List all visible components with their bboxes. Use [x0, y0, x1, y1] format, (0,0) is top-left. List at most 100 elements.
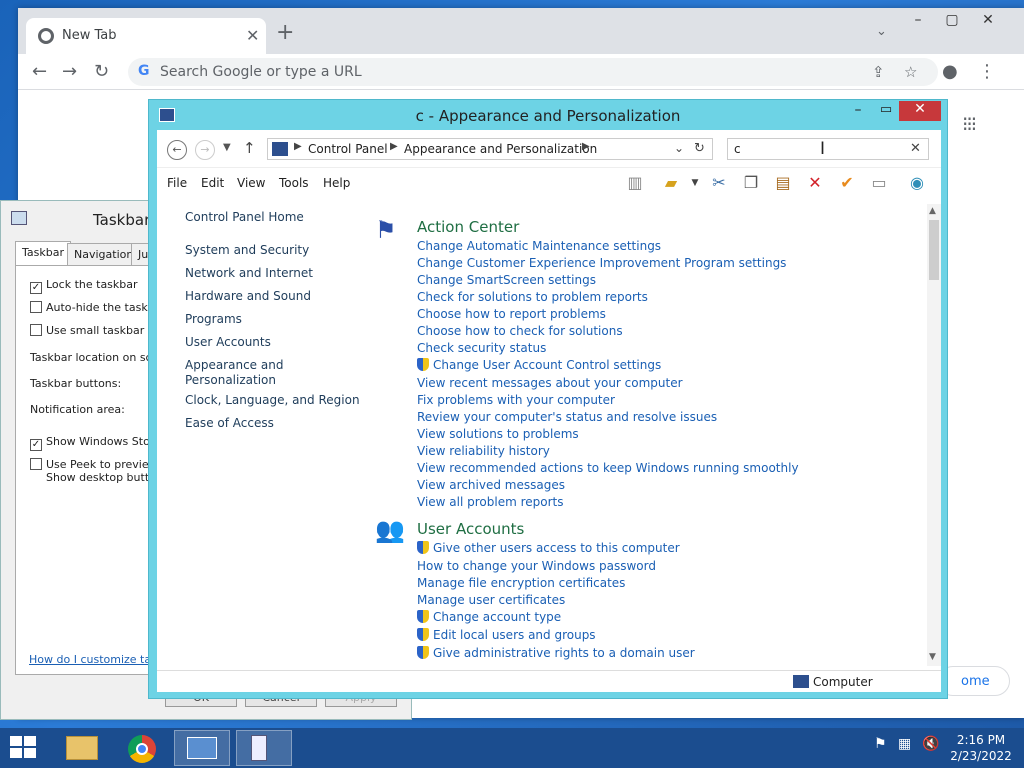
- nav-ease-of-access[interactable]: Ease of Access: [185, 416, 274, 430]
- breadcrumb-separator-icon[interactable]: ▶: [390, 141, 398, 152]
- category-action-center[interactable]: Action Center: [417, 218, 519, 236]
- task-link[interactable]: Review your computer's status and resolv…: [417, 410, 717, 424]
- google-apps-grid-icon[interactable]: ⁝⁝⁝: [962, 112, 977, 136]
- task-link[interactable]: View all problem reports: [417, 495, 564, 509]
- task-link[interactable]: Change Automatic Maintenance settings: [417, 239, 661, 253]
- task-link[interactable]: View recent messages about your computer: [417, 376, 683, 390]
- tab-search-chevron-icon[interactable]: ⌄: [876, 24, 887, 39]
- recent-pages-chevron-icon[interactable]: ▼: [223, 142, 231, 153]
- chrome-close-button[interactable]: ✕: [972, 12, 1004, 32]
- file-explorer-taskbar-button[interactable]: [54, 730, 110, 766]
- folder-options-icon[interactable]: ▰: [659, 172, 683, 194]
- task-link[interactable]: Choose how to report problems: [417, 307, 606, 321]
- task-link-uac[interactable]: Give other users access to this computer: [417, 541, 680, 555]
- show-store-checkbox[interactable]: ✓ Show Windows Store: [30, 435, 161, 451]
- control-panel-taskbar-button[interactable]: [174, 730, 230, 766]
- nav-control-panel-home[interactable]: Control Panel Home: [185, 210, 304, 224]
- profile-avatar-icon[interactable]: ●: [942, 61, 958, 82]
- globe-icon[interactable]: ◉: [905, 172, 929, 194]
- nav-network-internet[interactable]: Network and Internet: [185, 266, 313, 280]
- refresh-icon[interactable]: ↻: [694, 141, 705, 156]
- forward-button[interactable]: →: [195, 140, 215, 160]
- minimize-button[interactable]: –: [845, 102, 871, 122]
- menu-file[interactable]: File: [167, 176, 187, 190]
- properties-check-icon[interactable]: ✔: [835, 172, 859, 194]
- task-link-uac[interactable]: Change account type: [417, 610, 561, 624]
- omnibox[interactable]: G Search Google or type a URL ⇪ ☆: [128, 58, 938, 86]
- address-dropdown-chevron-icon[interactable]: ⌄: [674, 141, 684, 155]
- view-options-icon[interactable]: ▭: [867, 172, 891, 194]
- scroll-down-arrow-icon[interactable]: ▼: [929, 652, 936, 662]
- start-button[interactable]: [10, 736, 38, 760]
- chrome-minimize-button[interactable]: –: [902, 12, 934, 32]
- task-link[interactable]: Choose how to check for solutions: [417, 324, 623, 338]
- task-link[interactable]: Change Customer Experience Improvement P…: [417, 256, 786, 270]
- vertical-scrollbar[interactable]: ▲ ▼: [927, 204, 941, 666]
- task-link-uac[interactable]: Change User Account Control settings: [417, 358, 661, 372]
- breadcrumb-separator-icon[interactable]: ▶: [582, 141, 590, 152]
- maximize-button[interactable]: ▭: [873, 102, 899, 122]
- auto-hide-checkbox[interactable]: Auto-hide the taskbar: [30, 301, 166, 314]
- back-arrow-icon[interactable]: ←: [32, 61, 47, 82]
- up-arrow-icon[interactable]: ↑: [243, 139, 256, 157]
- scroll-up-arrow-icon[interactable]: ▲: [929, 206, 936, 216]
- task-link[interactable]: Manage file encryption certificates: [417, 576, 625, 590]
- new-tab-button[interactable]: +: [276, 22, 294, 44]
- forward-arrow-icon[interactable]: →: [62, 61, 77, 82]
- cut-icon[interactable]: ✂: [707, 172, 731, 194]
- search-input[interactable]: c I ✕: [727, 138, 929, 160]
- menu-edit[interactable]: Edit: [201, 176, 224, 190]
- task-link[interactable]: Change SmartScreen settings: [417, 273, 596, 287]
- task-link[interactable]: Check for solutions to problem reports: [417, 290, 648, 304]
- network-tray-icon[interactable]: ▦: [898, 736, 911, 752]
- folder-options-chevron-icon[interactable]: ▼: [683, 172, 707, 194]
- back-button[interactable]: ←: [167, 140, 187, 160]
- menu-help[interactable]: Help: [323, 176, 350, 190]
- chrome-taskbar-button[interactable]: [114, 730, 170, 766]
- task-link[interactable]: Check security status: [417, 341, 546, 355]
- breadcrumb-control-panel[interactable]: Control Panel: [308, 142, 388, 156]
- delete-icon[interactable]: ✕: [803, 172, 827, 194]
- peek-checkbox[interactable]: Use Peek to preview t: [30, 458, 165, 471]
- reload-icon[interactable]: ↻: [94, 61, 109, 82]
- breadcrumb-separator-icon[interactable]: ▶: [294, 141, 302, 152]
- nav-system-security[interactable]: System and Security: [185, 243, 309, 257]
- nav-hardware-sound[interactable]: Hardware and Sound: [185, 289, 311, 303]
- nav-clock-language[interactable]: Clock, Language, and Region: [185, 393, 360, 407]
- task-link-uac[interactable]: Edit local users and groups: [417, 628, 596, 642]
- breadcrumb-appearance[interactable]: Appearance and Personalization: [404, 142, 597, 156]
- chrome-menu-icon[interactable]: ⋮: [978, 61, 996, 82]
- task-link[interactable]: View solutions to problems: [417, 427, 579, 441]
- chrome-tab-new-tab[interactable]: New Tab ✕: [26, 18, 266, 54]
- action-center-tray-icon[interactable]: ⚑: [874, 736, 887, 752]
- preview-pane-icon[interactable]: ▥: [623, 172, 647, 194]
- chrome-maximize-button[interactable]: ▢: [936, 12, 968, 32]
- customize-chrome-button[interactable]: ome: [938, 666, 1010, 696]
- close-button[interactable]: ✕: [899, 101, 941, 121]
- copy-icon[interactable]: ❐: [739, 172, 763, 194]
- nav-appearance-line2[interactable]: Personalization: [185, 373, 276, 387]
- paste-icon[interactable]: ▤: [771, 172, 795, 194]
- task-link[interactable]: Fix problems with your computer: [417, 393, 615, 407]
- category-user-accounts[interactable]: User Accounts: [417, 520, 524, 538]
- scroll-thumb[interactable]: [929, 220, 939, 280]
- task-link[interactable]: Manage user certificates: [417, 593, 565, 607]
- system-clock[interactable]: 2:16 PM 2/23/2022: [944, 732, 1018, 764]
- task-link[interactable]: View archived messages: [417, 478, 565, 492]
- volume-muted-tray-icon[interactable]: 🔇: [922, 736, 939, 752]
- address-breadcrumb[interactable]: ▶ Control Panel ▶ Appearance and Persona…: [267, 138, 713, 160]
- task-link[interactable]: View reliability history: [417, 444, 550, 458]
- tab-taskbar[interactable]: Taskbar: [15, 241, 71, 265]
- share-icon[interactable]: ⇪: [872, 63, 885, 81]
- task-link-uac[interactable]: Give administrative rights to a domain u…: [417, 646, 695, 660]
- tab-navigation[interactable]: Navigation: [67, 243, 141, 265]
- task-link[interactable]: How to change your Windows password: [417, 559, 656, 573]
- nav-user-accounts[interactable]: User Accounts: [185, 335, 271, 349]
- nav-appearance-line1[interactable]: Appearance and: [185, 358, 283, 372]
- bookmark-star-icon[interactable]: ☆: [904, 63, 917, 81]
- tab-close-icon[interactable]: ✕: [246, 26, 259, 45]
- menu-tools[interactable]: Tools: [279, 176, 309, 190]
- lock-taskbar-checkbox[interactable]: ✓ Lock the taskbar: [30, 278, 138, 294]
- clear-search-icon[interactable]: ✕: [910, 141, 921, 156]
- task-link[interactable]: View recommended actions to keep Windows…: [417, 461, 799, 475]
